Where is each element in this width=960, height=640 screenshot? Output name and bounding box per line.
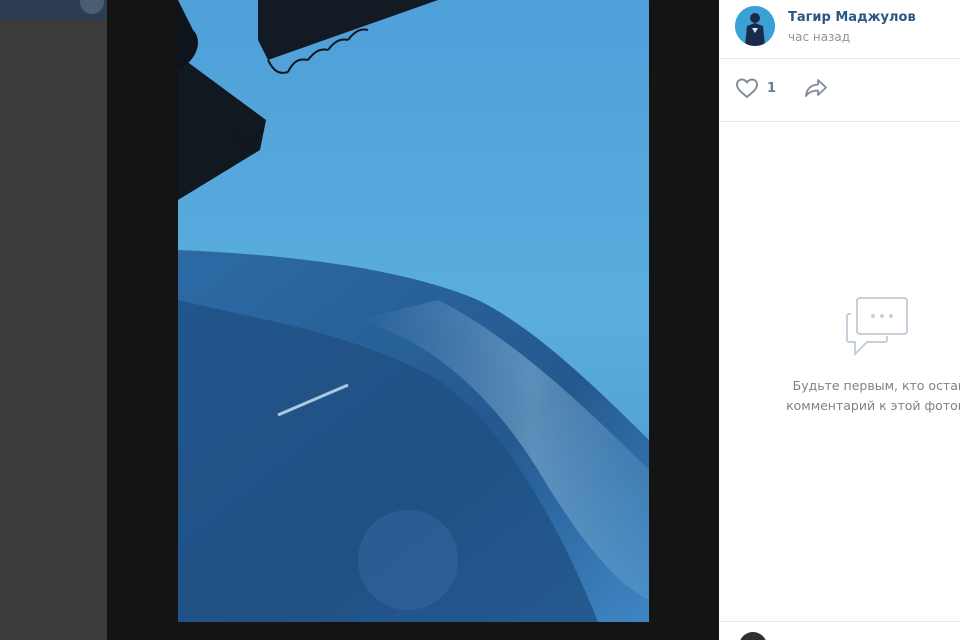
current-user-avatar[interactable] <box>739 632 767 640</box>
divider <box>719 58 960 59</box>
photo-side-panel: Тагир Маджулов час назад 1 Будьте первым… <box>719 0 960 640</box>
like-button[interactable]: 1 <box>735 77 776 99</box>
author-avatar[interactable] <box>735 6 775 46</box>
storm-photo-image <box>178 0 649 622</box>
photo[interactable] <box>178 0 649 622</box>
user-avatar-icon <box>735 6 775 46</box>
author-name[interactable]: Тагир Маджулов <box>788 10 916 26</box>
author-meta: Тагир Маджулов час назад <box>788 10 916 44</box>
heart-icon <box>736 78 758 99</box>
divider <box>719 621 960 622</box>
comments-empty-text: Будьте первым, кто остави комментарий к … <box>786 378 960 413</box>
post-time[interactable]: час назад <box>788 30 916 44</box>
post-actions: 1 <box>735 76 828 100</box>
background-page <box>0 0 110 640</box>
share-button[interactable] <box>804 78 828 98</box>
like-count: 1 <box>767 80 777 96</box>
divider <box>719 121 960 122</box>
post-author: Тагир Маджулов час назад <box>735 6 916 46</box>
chat-bubble-icon <box>846 297 908 357</box>
share-arrow-icon <box>805 79 827 97</box>
